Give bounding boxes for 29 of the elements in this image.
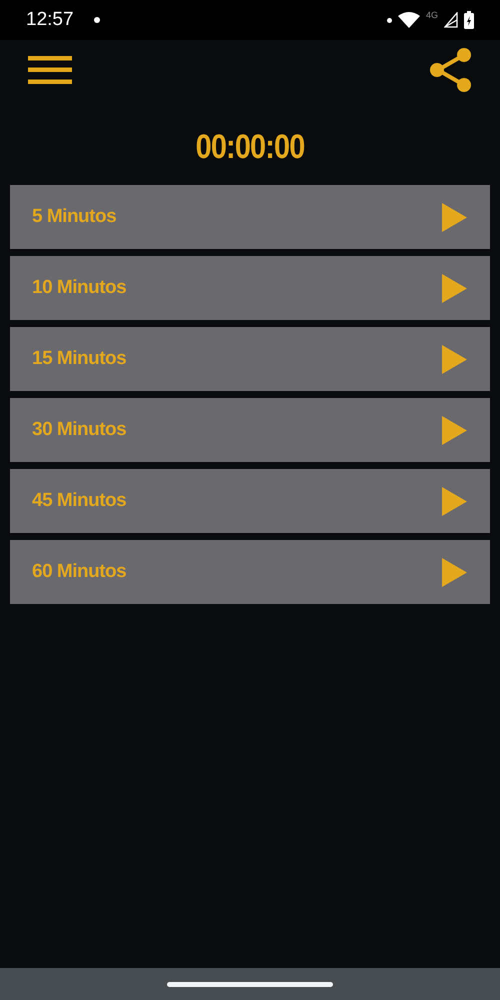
preset-label: 5 Minutos	[32, 206, 116, 228]
play-icon[interactable]	[442, 558, 467, 586]
preset-label: 60 Minutos	[32, 561, 126, 583]
timer-display: 00:00:00	[196, 128, 304, 167]
play-icon[interactable]	[442, 344, 467, 374]
play-icon[interactable]	[442, 486, 467, 516]
preset-row[interactable]: 45 Minutos	[10, 469, 490, 533]
preset-label: 45 Minutos	[32, 490, 126, 512]
play-icon[interactable]	[442, 274, 467, 302]
wifi-icon	[398, 12, 420, 28]
preset-row[interactable]: 30 Minutos	[10, 398, 490, 462]
home-indicator[interactable]	[167, 982, 333, 986]
preset-label: 10 Minutos	[32, 277, 126, 299]
status-time: 12:57	[26, 9, 74, 31]
play-icon[interactable]	[442, 416, 467, 444]
preset-row[interactable]: 60 Minutos	[10, 540, 490, 604]
menu-icon[interactable]	[28, 56, 72, 84]
battery-icon	[464, 11, 474, 29]
preset-label: 15 Minutos	[32, 348, 126, 370]
preset-row[interactable]: 15 Minutos	[10, 327, 490, 391]
play-icon[interactable]	[442, 202, 467, 232]
preset-row[interactable]: 5 Minutos	[10, 185, 490, 249]
notification-dot-icon	[94, 17, 100, 23]
share-icon[interactable]	[430, 48, 472, 92]
signal-icon	[444, 12, 458, 28]
preset-row[interactable]: 10 Minutos	[10, 256, 490, 320]
network-type: 4G	[426, 10, 438, 20]
preset-label: 30 Minutos	[32, 419, 126, 441]
dot-icon	[386, 18, 392, 22]
